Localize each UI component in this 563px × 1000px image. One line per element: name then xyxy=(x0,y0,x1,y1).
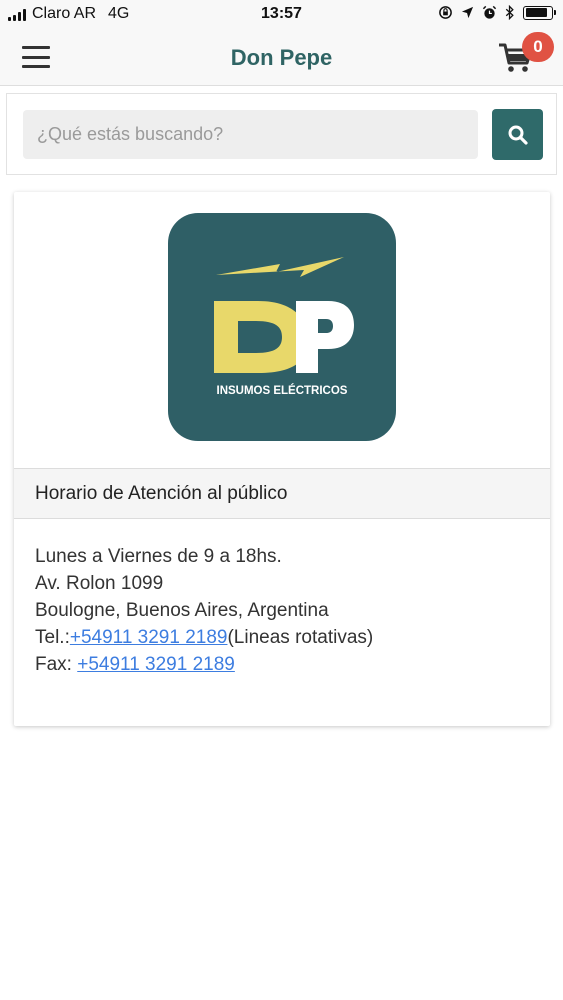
phone-row: Tel.:+54911 3291 2189(Lineas rotativas) xyxy=(35,624,373,651)
screen-rotation-lock-icon xyxy=(439,6,452,19)
location-arrow-icon xyxy=(461,6,474,19)
app-title: Don Pepe xyxy=(230,45,333,70)
store-info-card: INSUMOS ELÉCTRICOS Horario de Atención a… xyxy=(14,192,550,726)
battery-icon xyxy=(523,5,556,20)
store-details: Lunes a Viernes de 9 a 18hs. Av. Rolon 1… xyxy=(35,543,373,678)
status-bar: Claro AR 4G 13:57 xyxy=(0,0,563,30)
phone-link[interactable]: +54911 3291 2189 xyxy=(70,627,228,648)
bluetooth-icon xyxy=(505,5,514,20)
card-header: Horario de Atención al público xyxy=(14,468,550,519)
search-button[interactable] xyxy=(492,109,543,160)
status-right xyxy=(438,5,556,20)
phone-note: (Lineas rotativas) xyxy=(227,627,374,648)
fax-row: Fax: +54911 3291 2189 xyxy=(35,651,373,678)
search-input[interactable] xyxy=(23,110,478,159)
svg-text:INSUMOS ELÉCTRICOS: INSUMOS ELÉCTRICOS xyxy=(217,384,348,397)
phone-label: Tel.: xyxy=(35,627,70,648)
address-line-1: Av. Rolon 1099 xyxy=(35,573,164,594)
search-bar xyxy=(6,93,557,175)
fax-link[interactable]: +54911 3291 2189 xyxy=(77,654,235,675)
app-header: Don Pepe 0 xyxy=(0,30,563,86)
hours-text: Lunes a Viernes de 9 a 18hs. xyxy=(35,546,282,567)
search-icon xyxy=(508,125,528,145)
cart-count-badge[interactable]: 0 xyxy=(522,32,554,62)
fax-label: Fax: xyxy=(35,654,78,675)
dp-logo-image: INSUMOS ELÉCTRICOS xyxy=(168,213,396,441)
alarm-clock-icon xyxy=(482,5,497,19)
opening-hours-title: Horario de Atención al público xyxy=(35,483,288,504)
store-logo: INSUMOS ELÉCTRICOS xyxy=(168,213,396,441)
address-line-2: Boulogne, Buenos Aires, Argentina xyxy=(35,600,329,621)
